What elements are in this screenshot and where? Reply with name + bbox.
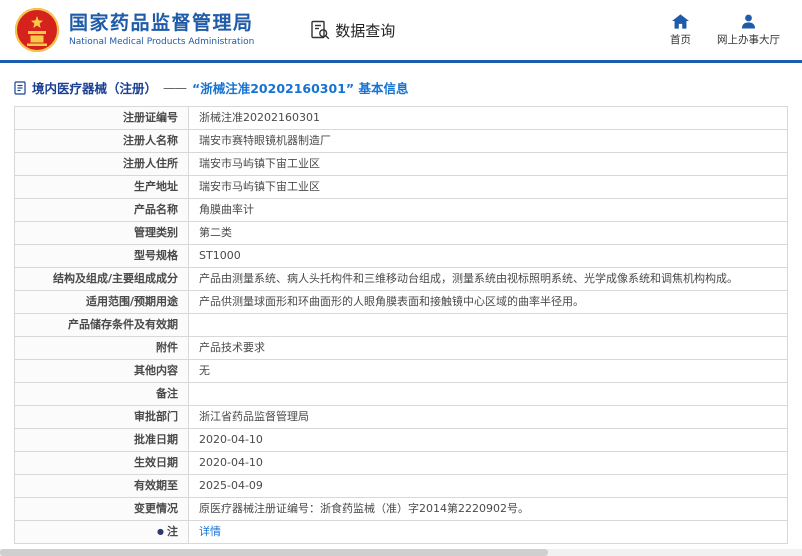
row-label: 变更情况 bbox=[14, 497, 189, 521]
table-row: 变更情况 原医疗器械注册证编号：浙食药监械（准）字2014第2220902号。 bbox=[14, 497, 788, 521]
horizontal-scrollbar[interactable] bbox=[0, 549, 802, 556]
row-label: 产品名称 bbox=[14, 198, 189, 222]
table-row: 审批部门 浙江省药品监督管理局 bbox=[14, 405, 788, 429]
row-value: 2020-04-10 bbox=[188, 428, 788, 452]
breadcrumb-separator: —— bbox=[163, 80, 187, 95]
row-value: 2020-04-10 bbox=[188, 451, 788, 475]
org-title-block: 国家药品监督管理局 National Medical Products Admi… bbox=[69, 12, 255, 47]
data-query-icon bbox=[310, 20, 330, 40]
row-value bbox=[188, 382, 788, 406]
table-row: 结构及组成/主要组成成分 产品由测量系统、病人头托构件和三维移动台组成，测量系统由… bbox=[14, 267, 788, 291]
row-value: 浙江省药品监督管理局 bbox=[188, 405, 788, 429]
row-value: 第二类 bbox=[188, 221, 788, 245]
row-value: 产品技术要求 bbox=[188, 336, 788, 360]
info-table-body: 注册证编号 浙械注准20202160301 注册人名称 瑞安市赛特眼镜机器制造厂 注册人… bbox=[14, 106, 788, 544]
row-label: ● 注 bbox=[14, 520, 189, 544]
home-icon bbox=[672, 13, 689, 29]
table-row: 型号规格 ST1000 bbox=[14, 244, 788, 268]
nmpa-emblem-logo bbox=[14, 7, 60, 53]
row-value: 产品供测量球面形和环曲面形的人眼角膜表面和接触镜中心区域的曲率半径用。 bbox=[188, 290, 788, 314]
org-name-en: National Medical Products Administration bbox=[69, 36, 255, 47]
row-label: 注册人名称 bbox=[14, 129, 189, 153]
row-value: 瑞安市马屿镇下宙工业区 bbox=[188, 175, 788, 199]
row-value: 原医疗器械注册证编号：浙食药监械（准）字2014第2220902号。 bbox=[188, 497, 788, 521]
nav-data-query[interactable]: 数据查询 bbox=[310, 20, 395, 41]
row-label: 适用范围/预期用途 bbox=[14, 290, 189, 314]
row-value: 瑞安市马屿镇下宙工业区 bbox=[188, 152, 788, 176]
breadcrumb-category[interactable]: 境内医疗器械（注册） bbox=[32, 78, 157, 97]
table-row: 注册证编号 浙械注准20202160301 bbox=[14, 106, 788, 130]
page: 国家药品监督管理局 National Medical Products Admi… bbox=[0, 0, 802, 556]
table-row: 其他内容无 bbox=[14, 359, 788, 383]
row-label: 结构及组成/主要组成成分 bbox=[14, 267, 189, 291]
row-value: 角膜曲率计 bbox=[188, 198, 788, 222]
header-divider bbox=[0, 60, 802, 63]
row-label: 审批部门 bbox=[14, 405, 189, 429]
table-row: 备注 bbox=[14, 382, 788, 406]
row-value: 2025-04-09 bbox=[188, 474, 788, 498]
site-header: 国家药品监督管理局 National Medical Products Admi… bbox=[0, 0, 802, 60]
document-icon bbox=[14, 80, 26, 95]
row-value: 详情 bbox=[188, 520, 788, 544]
row-value: 无 bbox=[188, 359, 788, 383]
info-table: 注册证编号 浙械注准20202160301 注册人名称 瑞安市赛特眼镜机器制造厂 注册人… bbox=[14, 106, 788, 544]
table-row: 生产地址 瑞安市马屿镇下宙工业区 bbox=[14, 175, 788, 199]
note-bullet-icon: ● bbox=[157, 527, 164, 537]
scrollbar-thumb[interactable] bbox=[0, 549, 548, 556]
row-value: 产品由测量系统、病人头托构件和三维移动台组成，测量系统由视标照明系统、光学成像系… bbox=[188, 267, 788, 291]
row-label: 生效日期 bbox=[14, 451, 189, 475]
org-name-cn: 国家药品监督管理局 bbox=[69, 12, 254, 35]
table-row: 批准日期 2020-04-10 bbox=[14, 428, 788, 452]
row-value bbox=[188, 313, 788, 337]
table-row: 附件 产品技术要求 bbox=[14, 336, 788, 360]
table-row: 有效期至 2025-04-09 bbox=[14, 474, 788, 498]
row-label: 注册证编号 bbox=[14, 106, 189, 130]
table-row: 产品名称 角膜曲率计 bbox=[14, 198, 788, 222]
nav-home-label: 首页 bbox=[670, 33, 691, 46]
row-label: 有效期至 bbox=[14, 474, 189, 498]
person-icon bbox=[741, 14, 756, 29]
nav-online-hall[interactable]: 网上办事大厅 bbox=[717, 14, 780, 47]
table-row: 产品储存条件及有效期 bbox=[14, 313, 788, 337]
row-value: 浙械注准20202160301 bbox=[188, 106, 788, 130]
row-label: 备注 bbox=[14, 382, 189, 406]
row-value: ST1000 bbox=[188, 244, 788, 268]
row-label: 附件 bbox=[14, 336, 189, 360]
table-row: 管理类别 第二类 bbox=[14, 221, 788, 245]
row-label: 其他内容 bbox=[14, 359, 189, 383]
row-label: 注册人住所 bbox=[14, 152, 189, 176]
table-row: 适用范围/预期用途 产品供测量球面形和环曲面形的人眼角膜表面和接触镜中心区域的曲率… bbox=[14, 290, 788, 314]
page-title: “浙械注准20202160301” 基本信息 bbox=[192, 81, 409, 96]
row-label: 生产地址 bbox=[14, 175, 189, 199]
row-label: 产品储存条件及有效期 bbox=[14, 313, 189, 337]
row-value: 瑞安市赛特眼镜机器制造厂 bbox=[188, 129, 788, 153]
table-row: 生效日期 2020-04-10 bbox=[14, 451, 788, 475]
breadcrumb: 境内医疗器械（注册） —— “浙械注准20202160301” 基本信息 bbox=[14, 78, 788, 97]
detail-link[interactable]: 详情 bbox=[199, 525, 221, 538]
table-row: 注册人住所 瑞安市马屿镇下宙工业区 bbox=[14, 152, 788, 176]
row-label: 批准日期 bbox=[14, 428, 189, 452]
row-label: 型号规格 bbox=[14, 244, 189, 268]
row-label: 管理类别 bbox=[14, 221, 189, 245]
table-row: 注册人名称 瑞安市赛特眼镜机器制造厂 bbox=[14, 129, 788, 153]
nav-hall-label: 网上办事大厅 bbox=[717, 33, 780, 46]
header-nav: 首页 网上办事大厅 bbox=[670, 13, 788, 47]
table-row: ● 注详情 bbox=[14, 520, 788, 544]
data-query-label: 数据查询 bbox=[335, 21, 396, 40]
nav-home[interactable]: 首页 bbox=[670, 13, 691, 47]
